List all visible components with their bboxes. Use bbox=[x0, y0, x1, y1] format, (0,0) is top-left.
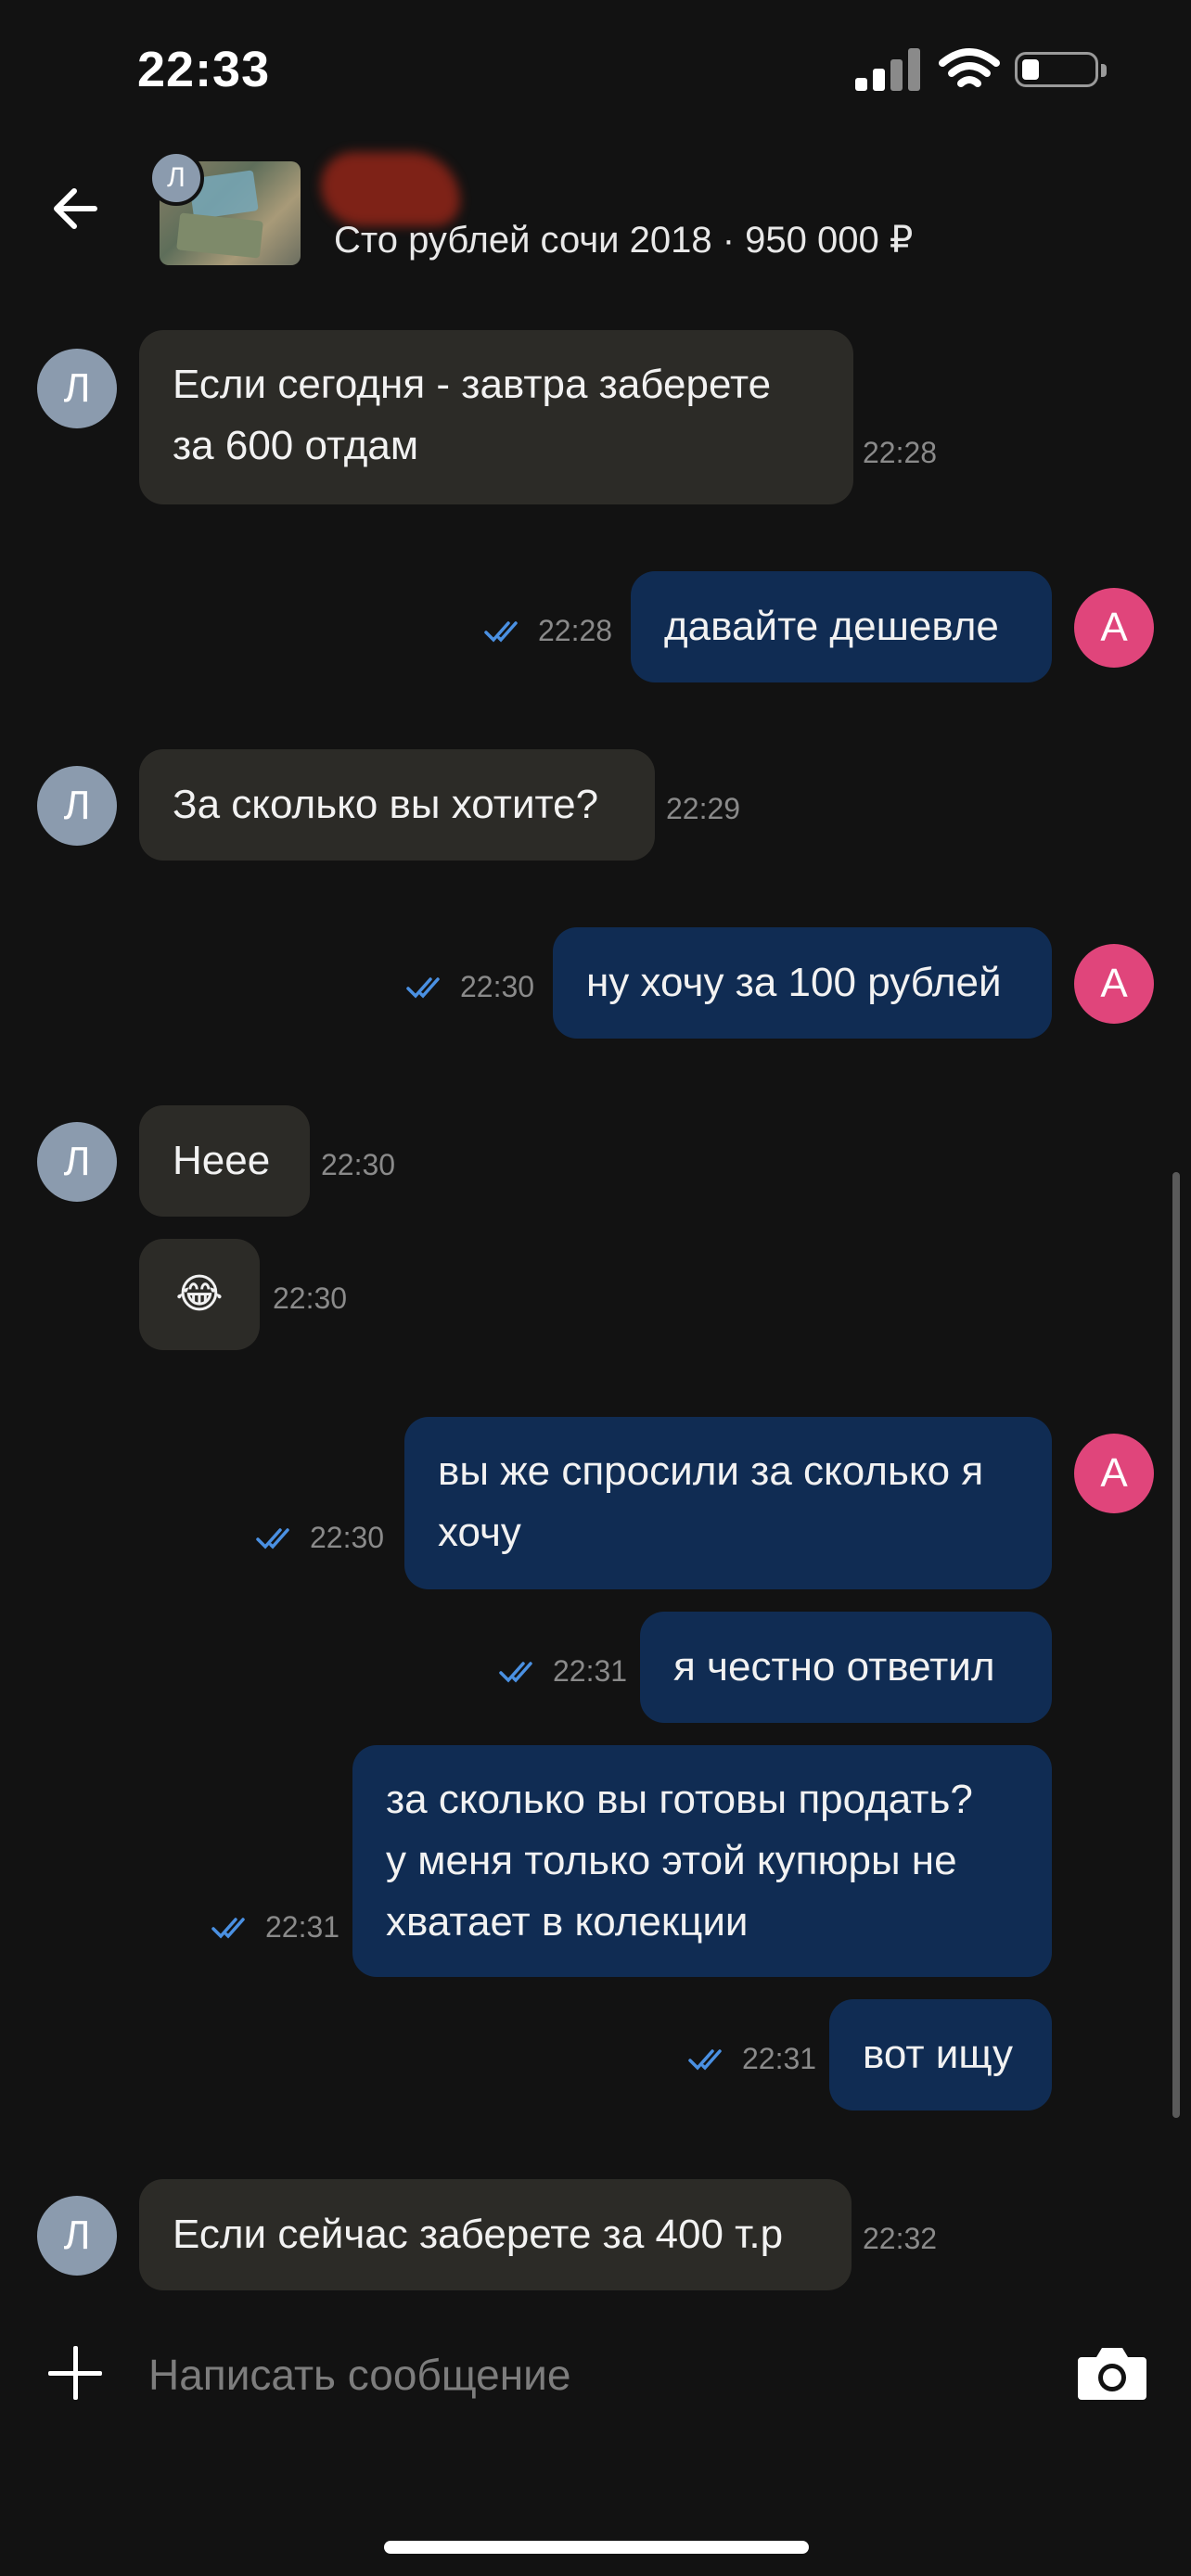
read-checkmarks-icon bbox=[484, 621, 518, 643]
message-time: 22:30 bbox=[273, 1282, 348, 1315]
message-bubble[interactable]: За сколько вы хотите? bbox=[139, 749, 655, 861]
message-text-line: Если сейчас заберете за 400 т.р bbox=[173, 2212, 784, 2257]
message-text-line: за сколько вы готовы продать? bbox=[386, 1777, 973, 1822]
message-time: 22:31 bbox=[265, 1910, 340, 1944]
message-bubble[interactable]: Если сейчас заберете за 400 т.р bbox=[139, 2179, 852, 2290]
peer-avatar: Л bbox=[37, 1122, 117, 1202]
message-bubble[interactable]: ну хочу за 100 рублей bbox=[553, 927, 1052, 1039]
message-input[interactable] bbox=[147, 2337, 1031, 2413]
read-checkmarks-icon bbox=[256, 1528, 289, 1549]
message-time: 22:30 bbox=[321, 1148, 396, 1181]
cellular-signal-icon bbox=[855, 48, 922, 91]
peer-avatar: Л bbox=[37, 2196, 117, 2276]
own-avatar: А bbox=[1074, 588, 1154, 668]
message-composer bbox=[0, 2300, 1191, 2439]
read-checkmarks-icon bbox=[688, 2049, 722, 2071]
peer-avatar: Л bbox=[37, 766, 117, 846]
message-bubble[interactable]: я честно ответил bbox=[640, 1612, 1052, 1723]
message-bubble[interactable]: 😂 bbox=[139, 1239, 260, 1350]
own-avatar: А bbox=[1074, 1434, 1154, 1513]
message-text-line: За сколько вы хотите? bbox=[173, 782, 599, 827]
seller-avatar[interactable]: Л bbox=[148, 150, 204, 206]
read-checkmarks-icon bbox=[499, 1662, 532, 1683]
message-text-line: у меня только этой купюры не bbox=[386, 1838, 957, 1883]
camera-icon[interactable] bbox=[1076, 2344, 1148, 2402]
battery-icon bbox=[1015, 52, 1107, 87]
message-text-line: хочу bbox=[438, 1510, 521, 1555]
message-time: 22:28 bbox=[863, 436, 938, 469]
chat-header: Л Сто рублей сочи 2018 · 950 000 ₽ bbox=[0, 139, 1191, 287]
message-bubble[interactable]: Если сегодня - завтра заберете за 600 отд… bbox=[139, 330, 853, 504]
read-checkmarks-icon bbox=[406, 977, 440, 999]
message-text-line: хватает в колекции bbox=[386, 1899, 749, 1945]
emoji-laughing-icon: 😂 bbox=[175, 1271, 224, 1317]
read-checkmarks-icon bbox=[211, 1918, 245, 1939]
status-time: 22:33 bbox=[137, 42, 271, 97]
home-indicator[interactable] bbox=[384, 2541, 809, 2554]
message-bubble[interactable]: вот ищу bbox=[829, 1999, 1052, 2111]
message-bubble[interactable]: Неее bbox=[139, 1105, 310, 1217]
message-text-line: я честно ответил bbox=[673, 1644, 995, 1690]
wifi-icon bbox=[939, 48, 1000, 87]
message-text-line: вот ищу bbox=[863, 2032, 1014, 2077]
listing-title-price[interactable]: Сто рублей сочи 2018 · 950 000 ₽ bbox=[334, 219, 913, 261]
message-time: 22:32 bbox=[863, 2222, 938, 2255]
message-text-line: за 600 отдам bbox=[173, 423, 419, 468]
message-time: 22:28 bbox=[538, 614, 613, 647]
message-text-line: вы же спросили за сколько я bbox=[438, 1448, 984, 1494]
message-text-line: Неее bbox=[173, 1138, 271, 1183]
message-bubble[interactable]: давайте дешевле bbox=[631, 571, 1052, 682]
message-time: 22:30 bbox=[310, 1521, 385, 1554]
message-bubble[interactable]: за сколько вы готовы продать? у меня толь… bbox=[352, 1745, 1052, 1977]
message-time: 22:29 bbox=[666, 792, 741, 825]
plus-icon[interactable] bbox=[48, 2346, 102, 2400]
message-bubble[interactable]: вы же спросили за сколько я хочу bbox=[404, 1417, 1052, 1589]
message-time: 22:31 bbox=[742, 2042, 817, 2075]
status-bar: 22:33 bbox=[0, 0, 1191, 139]
redacted-seller-name bbox=[321, 152, 460, 226]
peer-avatar: Л bbox=[37, 349, 117, 428]
own-avatar: А bbox=[1074, 944, 1154, 1024]
back-arrow-icon[interactable] bbox=[48, 180, 106, 237]
message-text-line: Если сегодня - завтра заберете bbox=[173, 362, 772, 407]
scrollbar[interactable] bbox=[1172, 1172, 1180, 2118]
message-text-line: давайте дешевле bbox=[664, 604, 999, 649]
message-time: 22:30 bbox=[460, 970, 535, 1003]
message-time: 22:31 bbox=[553, 1654, 628, 1688]
message-text-line: ну хочу за 100 рублей bbox=[586, 960, 1002, 1005]
